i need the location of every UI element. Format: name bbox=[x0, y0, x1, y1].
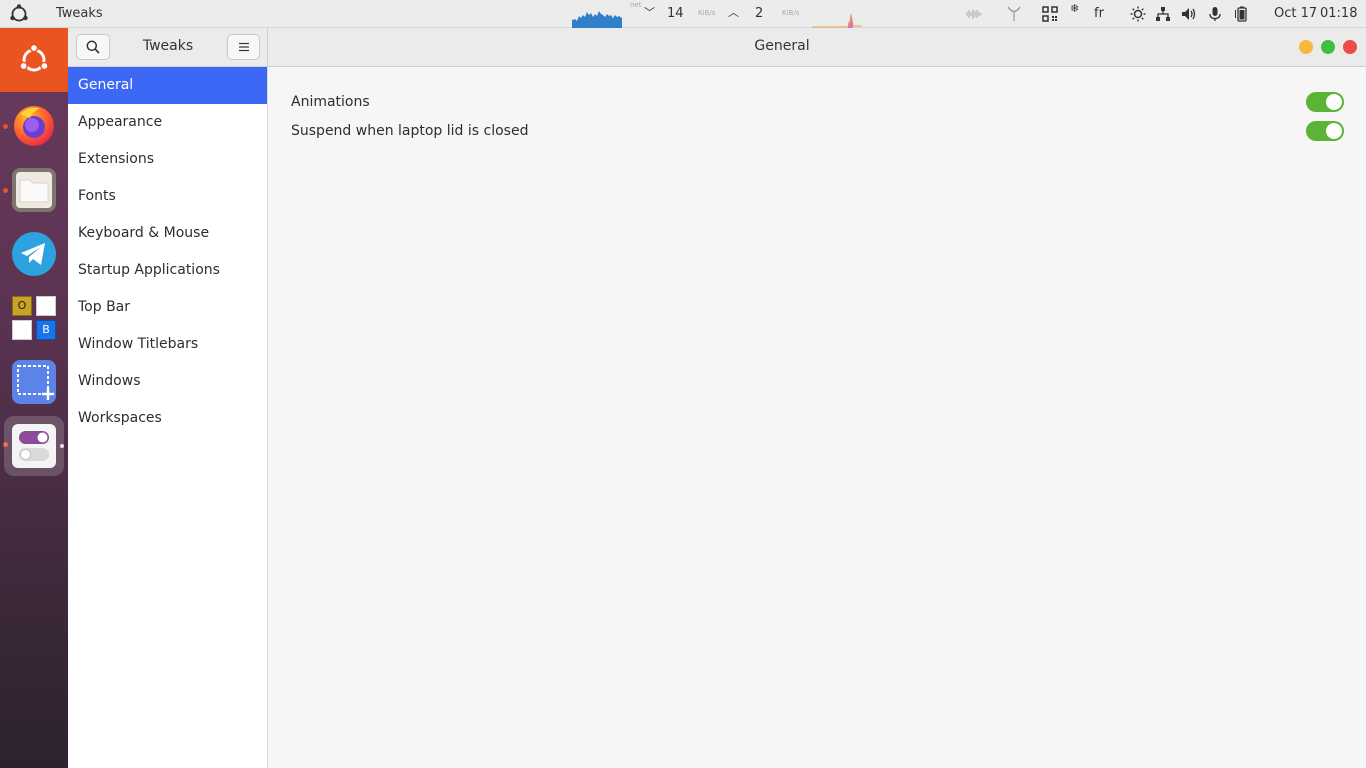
settings-panel: Animations Suspend when laptop lid is cl… bbox=[269, 67, 1366, 768]
suspend-lid-label: Suspend when laptop lid is closed bbox=[291, 122, 529, 139]
sidebar-item-window-titlebars[interactable]: Window Titlebars bbox=[68, 326, 267, 363]
upload-value: 2 bbox=[755, 6, 764, 21]
sidebar-item-extensions[interactable]: Extensions bbox=[68, 141, 267, 178]
switch-knob bbox=[1326, 122, 1342, 139]
screenshot-icon bbox=[12, 360, 56, 404]
dock-item-files[interactable] bbox=[10, 166, 58, 214]
dock-item-firefox[interactable] bbox=[10, 100, 58, 148]
snowflake-icon[interactable]: ❄ bbox=[1070, 2, 1079, 15]
audio-waveform-icon[interactable] bbox=[966, 6, 982, 22]
office-b-icon: B bbox=[36, 320, 56, 340]
volume-icon[interactable] bbox=[1181, 6, 1197, 22]
maximize-button[interactable] bbox=[1321, 40, 1335, 54]
blank-tile-icon bbox=[36, 296, 56, 316]
sidebar-item-general[interactable]: General bbox=[68, 67, 267, 104]
page-title: General bbox=[754, 38, 810, 54]
battery-icon[interactable] bbox=[1234, 6, 1250, 22]
dock-item-tweaks[interactable] bbox=[4, 416, 64, 476]
animations-switch[interactable] bbox=[1306, 91, 1344, 112]
telegram-icon bbox=[12, 232, 56, 276]
sidebar-title: Tweaks bbox=[142, 38, 194, 54]
firefox-running-indicator bbox=[3, 124, 8, 129]
sidebar-item-top-bar[interactable]: Top Bar bbox=[68, 289, 267, 326]
sidebar-item-appearance[interactable]: Appearance bbox=[68, 104, 267, 141]
sidebar-item-startup-applications[interactable]: Startup Applications bbox=[68, 252, 267, 289]
clock-time[interactable]: 01:18 bbox=[1320, 6, 1357, 21]
network-graph-icon bbox=[572, 11, 622, 28]
blank-tile-icon bbox=[12, 320, 32, 340]
ubuntu-logo-icon bbox=[19, 43, 49, 72]
window-headerbar: Tweaks General bbox=[68, 28, 1366, 67]
search-icon bbox=[86, 40, 100, 54]
tweaks-icon bbox=[12, 424, 56, 468]
sidebar: General Appearance Extensions Fonts Keyb… bbox=[68, 67, 268, 768]
sidebar-item-keyboard-mouse[interactable]: Keyboard & Mouse bbox=[68, 215, 267, 252]
network-wired-icon[interactable] bbox=[1155, 6, 1171, 22]
sidebar-item-workspaces[interactable]: Workspaces bbox=[68, 400, 267, 437]
sidebar-item-fonts[interactable]: Fonts bbox=[68, 178, 267, 215]
qr-code-icon[interactable] bbox=[1042, 6, 1058, 22]
dock-show-apps[interactable] bbox=[0, 28, 68, 92]
dock-item-telegram[interactable] bbox=[10, 230, 58, 278]
files-icon bbox=[12, 168, 56, 212]
top-bar: Tweaks net ﹀ 14 KiB/s ︿ 2 KiB/s ❄ fr Oct… bbox=[0, 0, 1366, 28]
suspend-lid-switch[interactable] bbox=[1306, 120, 1344, 141]
switch-knob bbox=[1326, 93, 1342, 110]
main-menu-button[interactable] bbox=[227, 34, 260, 60]
sidebar-item-windows[interactable]: Windows bbox=[68, 363, 267, 400]
files-running-indicator bbox=[3, 188, 8, 193]
setting-row-animations: Animations bbox=[291, 87, 1344, 116]
download-value: 14 bbox=[667, 6, 684, 21]
minimize-button[interactable] bbox=[1299, 40, 1313, 54]
dock-item-screenshot[interactable] bbox=[10, 358, 58, 406]
active-app-name[interactable]: Tweaks bbox=[56, 6, 103, 21]
cpu-graph-icon bbox=[812, 13, 862, 28]
download-unit: KiB/s bbox=[698, 9, 716, 17]
hamburger-icon bbox=[238, 42, 249, 52]
upload-unit: KiB/s bbox=[782, 9, 800, 17]
office-o-icon: O bbox=[12, 296, 32, 316]
upload-arrow-icon: ︿ bbox=[728, 6, 739, 19]
setting-row-suspend-lid: Suspend when laptop lid is closed bbox=[291, 116, 1344, 145]
microphone-icon[interactable] bbox=[1207, 6, 1223, 22]
headerbar-sidebar-section: Tweaks bbox=[68, 28, 268, 66]
net-label: net bbox=[630, 1, 642, 9]
clock-date[interactable]: Oct 17 bbox=[1274, 6, 1317, 21]
antenna-icon[interactable] bbox=[1006, 6, 1022, 22]
download-arrow-icon: ﹀ bbox=[644, 6, 655, 19]
ubuntu-activities-icon[interactable] bbox=[8, 4, 30, 24]
dock: O B bbox=[0, 28, 68, 768]
dock-item-office-apps[interactable]: O B bbox=[10, 294, 58, 342]
search-button[interactable] bbox=[76, 34, 110, 60]
keyboard-layout[interactable]: fr bbox=[1094, 6, 1104, 21]
animations-label: Animations bbox=[291, 93, 370, 110]
brightness-icon[interactable] bbox=[1130, 6, 1146, 22]
close-button[interactable] bbox=[1343, 40, 1357, 54]
firefox-icon bbox=[14, 106, 54, 146]
